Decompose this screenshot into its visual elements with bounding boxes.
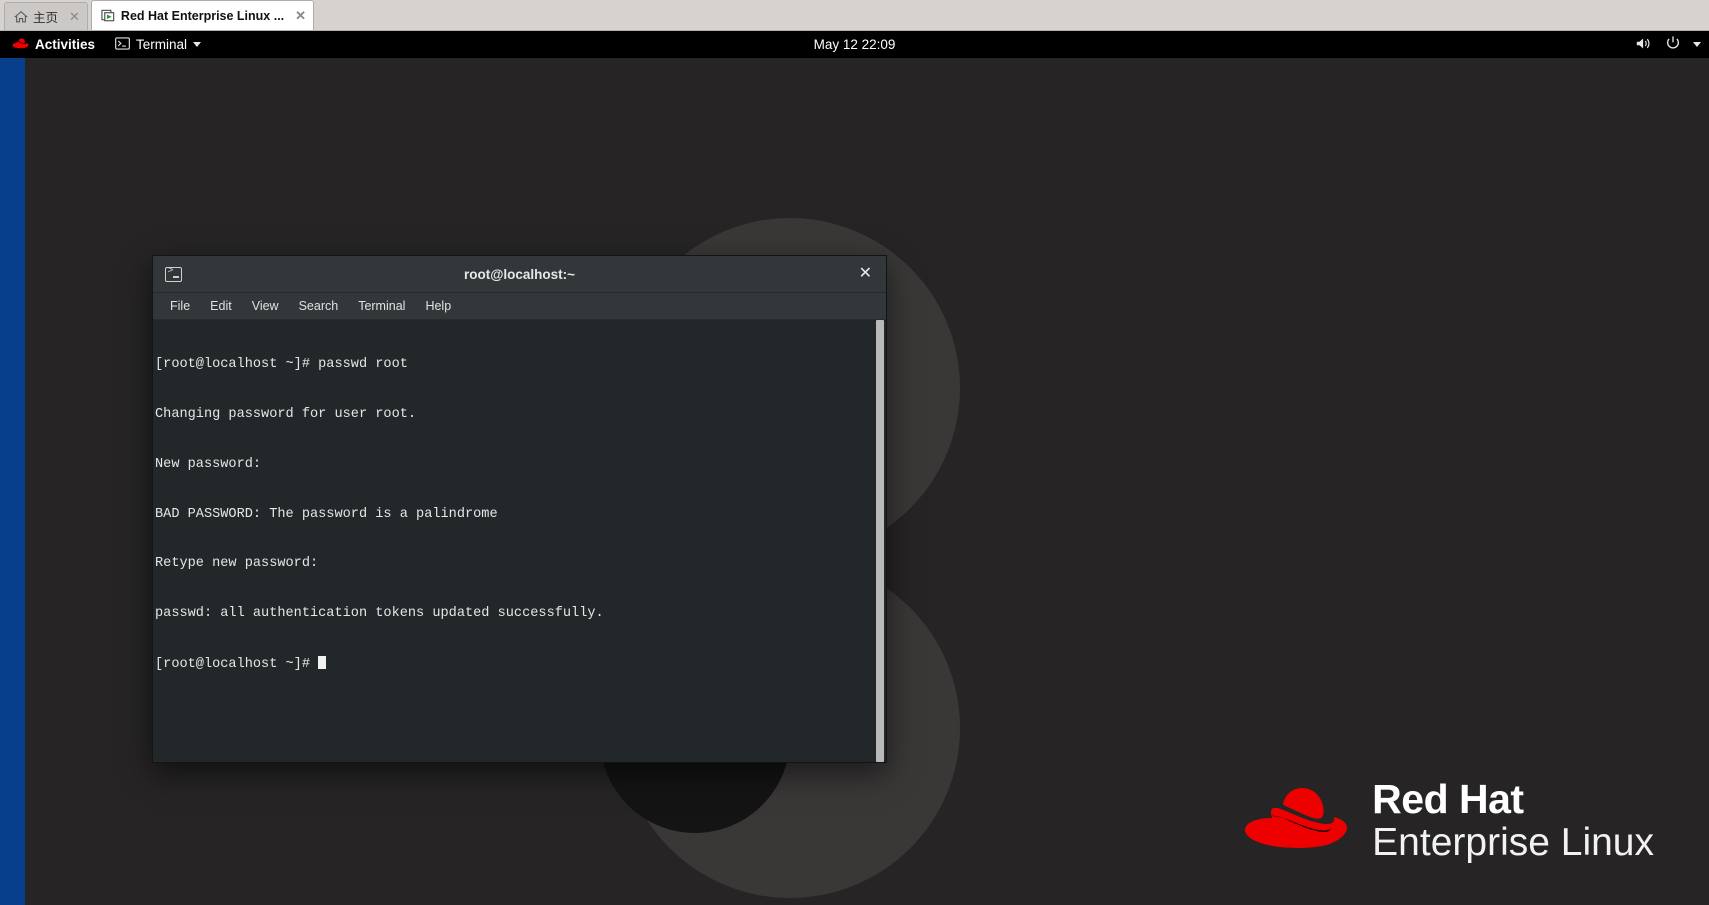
gnome-top-bar: Activities Terminal May 12 22:09 [0, 31, 1709, 58]
brand-wordmark: Red Hat Enterprise Linux [1372, 778, 1654, 865]
home-icon [14, 10, 28, 24]
red-hat-enterprise-linux-logo: Red Hat Enterprise Linux [1242, 778, 1654, 865]
terminal-window[interactable]: root@localhost:~ ✕ File Edit View Search… [152, 255, 887, 763]
terminal-cursor [318, 655, 327, 669]
terminal-line: passwd: all authentication tokens update… [155, 606, 604, 622]
terminal-icon [165, 266, 182, 282]
terminal-line: New password: [155, 456, 262, 472]
brand-line-2: Enterprise Linux [1372, 821, 1654, 865]
red-hat-fedora-icon [1242, 780, 1350, 863]
desktop-background: Red Hat Enterprise Linux root@localhost:… [0, 58, 1709, 905]
close-icon[interactable]: ✕ [295, 9, 306, 22]
top-bar-status-area[interactable] [1635, 31, 1701, 58]
clock-label: May 12 22:09 [813, 37, 896, 52]
desktop-accent-strip [0, 58, 25, 905]
terminal-line: BAD PASSWORD: The password is a palindro… [155, 506, 498, 522]
terminal-line: Retype new password: [155, 556, 319, 572]
menu-file[interactable]: File [161, 297, 199, 315]
menu-help[interactable]: Help [416, 297, 460, 315]
terminal-prompt-line: [root@localhost ~]# [155, 655, 870, 673]
vm-play-icon [101, 8, 116, 23]
menu-edit[interactable]: Edit [201, 297, 241, 315]
terminal-prompt: [root@localhost ~]# [155, 656, 319, 672]
chevron-down-icon[interactable] [1693, 42, 1701, 47]
terminal-line: Changing password for user root. [155, 406, 417, 422]
menu-search[interactable]: Search [290, 297, 348, 315]
terminal-line: [root@localhost ~]# passwd root [155, 357, 408, 373]
terminal-menubar[interactable]: File Edit View Search Terminal Help [153, 293, 886, 320]
brand-line-1: Red Hat [1372, 776, 1524, 823]
terminal-scrollbar-thumb[interactable] [876, 320, 884, 762]
top-bar-clock-area[interactable]: May 12 22:09 [0, 31, 1709, 58]
browser-tab-label: Red Hat Enterprise Linux ... [120, 8, 285, 23]
terminal-scrollbar[interactable] [876, 320, 884, 762]
terminal-output-area[interactable]: [root@localhost ~]# passwd root Changing… [153, 320, 886, 762]
browser-tab-rhel[interactable]: Red Hat Enterprise Linux ... ✕ [90, 0, 315, 30]
menu-terminal[interactable]: Terminal [349, 297, 414, 315]
volume-icon[interactable] [1635, 36, 1653, 54]
close-icon[interactable]: ✕ [69, 10, 80, 23]
browser-tab-label: 主页 [33, 11, 59, 25]
menu-view[interactable]: View [243, 297, 288, 315]
terminal-titlebar[interactable]: root@localhost:~ ✕ [153, 256, 886, 293]
browser-tab-strip: 主页 ✕ Red Hat Enterprise Linux ... ✕ [0, 0, 1709, 31]
terminal-title: root@localhost:~ [463, 266, 576, 282]
browser-tab-home[interactable]: 主页 ✕ [4, 2, 88, 30]
close-icon[interactable]: ✕ [859, 266, 872, 282]
terminal-text: [root@localhost ~]# passwd root Changing… [155, 324, 870, 706]
power-icon[interactable] [1665, 35, 1681, 54]
